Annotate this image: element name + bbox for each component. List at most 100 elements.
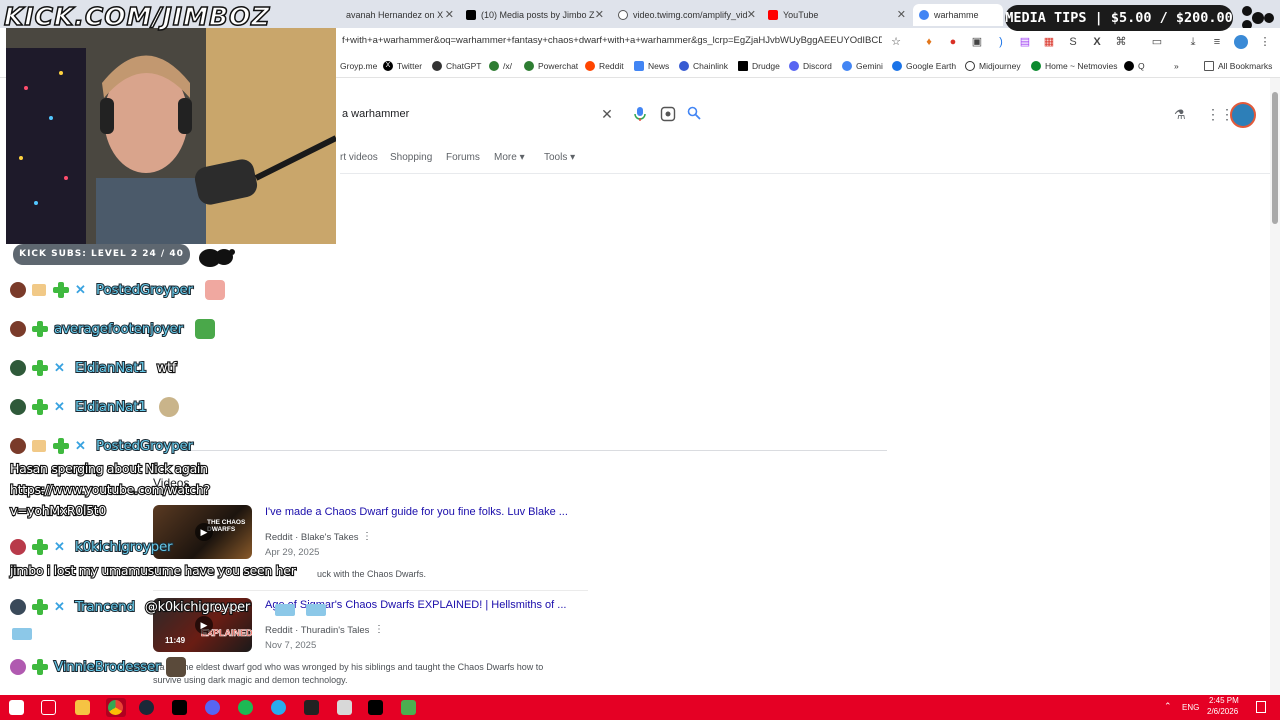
videos-heading: Videos (153, 476, 190, 490)
extension-icon[interactable]: ) (994, 35, 1008, 49)
windows-start-icon[interactable] (9, 700, 24, 715)
extension-icon[interactable]: S (1066, 35, 1080, 49)
all-bookmarks[interactable]: All Bookmarks (1204, 61, 1272, 71)
labs-icon[interactable]: ⚗ (1174, 107, 1186, 123)
extension-icon[interactable]: ▤ (1018, 35, 1032, 49)
search-input[interactable]: a warhammer (342, 108, 409, 120)
close-icon[interactable]: ✕ (897, 8, 906, 21)
more-options-icon[interactable]: ⋮ (374, 624, 384, 635)
tab-media-posts[interactable]: (10) Media posts by Jimbo Z ✕ (460, 4, 610, 26)
steam-icon[interactable] (139, 700, 154, 715)
x-icon[interactable]: X (1090, 35, 1104, 49)
tab-more[interactable]: More ▾ (494, 152, 525, 163)
clock-time[interactable]: 2:45 PM (1209, 696, 1239, 705)
bookmark-drudge[interactable]: Drudge (738, 61, 780, 71)
bookmark-gemini[interactable]: Gemini (842, 61, 883, 71)
close-icon[interactable]: ✕ (445, 8, 454, 21)
chevron-right-icon[interactable]: » (1174, 61, 1179, 71)
url-field[interactable]: f+with+a+warhammer&oq=warhammer+fantasy+… (342, 35, 882, 46)
menu-icon[interactable]: ⋮ (1258, 35, 1272, 49)
download-icon[interactable]: ⤓ (1186, 35, 1200, 49)
result-source: Reddit · Blake's Takes (265, 532, 359, 543)
puzzle-icon[interactable]: ⌘ (1114, 35, 1128, 49)
tab-label: avanah Hernandez on X (346, 10, 444, 20)
chrome-icon[interactable] (106, 698, 126, 717)
close-icon[interactable]: ✕ (595, 8, 604, 21)
bookmark-twitter[interactable]: X Twitter (383, 61, 422, 71)
star-icon[interactable]: ☆ (889, 35, 903, 49)
clock-date[interactable]: 2/6/2026 (1207, 707, 1238, 716)
bookmark-x[interactable]: /x/ (489, 61, 512, 71)
avatar[interactable] (1230, 102, 1256, 128)
channel-watermark: KICK.COM/JIMBOZ (3, 1, 271, 32)
avatar (10, 438, 26, 454)
tab-tools[interactable]: Tools ▾ (544, 152, 575, 163)
tab-label: (10) Media posts by Jimbo Z (481, 10, 595, 20)
tab-shopping[interactable]: Shopping (390, 152, 432, 163)
play-icon (1031, 61, 1041, 71)
bookmark-label: Home ~ Netmovies (1045, 61, 1118, 71)
bookmark-label: Drudge (752, 61, 780, 71)
avatar (10, 399, 26, 415)
bookmark-q[interactable]: Q (1124, 61, 1145, 71)
minecraft-icon[interactable] (401, 700, 416, 715)
reading-list-icon[interactable]: ≡ (1210, 35, 1224, 49)
close-icon[interactable]: ✕ (747, 8, 756, 21)
bookmark-google-earth[interactable]: Google Earth (892, 61, 956, 71)
chat-username: Trancend (74, 598, 136, 616)
app-icon[interactable] (337, 700, 352, 715)
earth-icon (892, 61, 902, 71)
sidepanel-icon[interactable]: ▭ (1150, 35, 1164, 49)
emote-icon (158, 397, 179, 417)
clear-icon[interactable]: ✕ (599, 106, 615, 122)
bookmark-news[interactable]: News (634, 61, 669, 71)
sword-icon: ✕ (75, 438, 86, 453)
tab-x-post[interactable]: avanah Hernandez on X ✕ (340, 4, 460, 26)
bookmark-powerchat[interactable]: Powerchat (524, 61, 578, 71)
result-source: Reddit · Thuradin's Tales (265, 625, 370, 636)
bookmark-groyp[interactable]: Groyp.me (340, 61, 377, 71)
scrollbar-thumb[interactable] (1272, 92, 1278, 224)
sword-icon: ✕ (54, 539, 65, 554)
verified-plus-icon (32, 599, 48, 615)
chat-message: ✕ PostedGroyper (10, 435, 194, 457)
telegram-icon[interactable] (271, 700, 286, 715)
tab-short-videos[interactable]: rt videos (340, 152, 378, 163)
bookmark-chatgpt[interactable]: ChatGPT (432, 61, 481, 71)
spotify-icon[interactable] (238, 700, 253, 715)
tab-youtube[interactable]: YouTube ✕ (762, 4, 912, 26)
lens-icon[interactable] (660, 106, 676, 122)
metamask-icon[interactable]: ♦ (922, 35, 936, 49)
tab-twimg-video[interactable]: video.twimg.com/amplify_vid ✕ (612, 4, 762, 26)
microphone-icon[interactable] (632, 106, 648, 122)
extension-icon[interactable]: ● (946, 35, 960, 49)
youtube-icon (768, 10, 778, 20)
extension-icon[interactable]: ▣ (970, 35, 984, 49)
bookmark-netmovies[interactable]: Home ~ Netmovies (1031, 61, 1118, 71)
x-icon[interactable] (368, 700, 383, 715)
extension-icon[interactable]: ▦ (1042, 35, 1056, 49)
search-icon[interactable] (686, 106, 702, 122)
result-title[interactable]: I've made a Chaos Dwarf guide for you fi… (265, 506, 568, 518)
tab-label: Tools (544, 152, 568, 163)
news-icon (634, 61, 644, 71)
bookmark-chainlink[interactable]: Chainlink (679, 61, 728, 71)
obs-icon[interactable] (304, 700, 319, 715)
notification-icon[interactable] (1256, 701, 1266, 713)
discord-icon[interactable] (205, 700, 220, 715)
stream-logo (198, 247, 236, 269)
more-options-icon[interactable]: ⋮ (362, 531, 372, 542)
terminal-icon[interactable] (172, 700, 187, 715)
folder-icon[interactable] (75, 700, 90, 715)
tab-google-warhammer[interactable]: warhamme (913, 4, 1003, 26)
bookmark-reddit[interactable]: Reddit (585, 61, 624, 71)
search-box[interactable]: a warhammer ✕ (340, 99, 712, 131)
bookmark-midjourney[interactable]: Midjourney (965, 61, 1021, 71)
tab-forums[interactable]: Forums (446, 152, 480, 163)
chevron-up-icon[interactable]: ⌃ (1164, 701, 1172, 712)
verified-plus-icon (53, 438, 69, 454)
avatar[interactable] (1234, 35, 1248, 49)
language-indicator[interactable]: ENG (1182, 703, 1199, 712)
task-view-icon[interactable] (41, 700, 56, 715)
bookmark-discord[interactable]: Discord (789, 61, 832, 71)
